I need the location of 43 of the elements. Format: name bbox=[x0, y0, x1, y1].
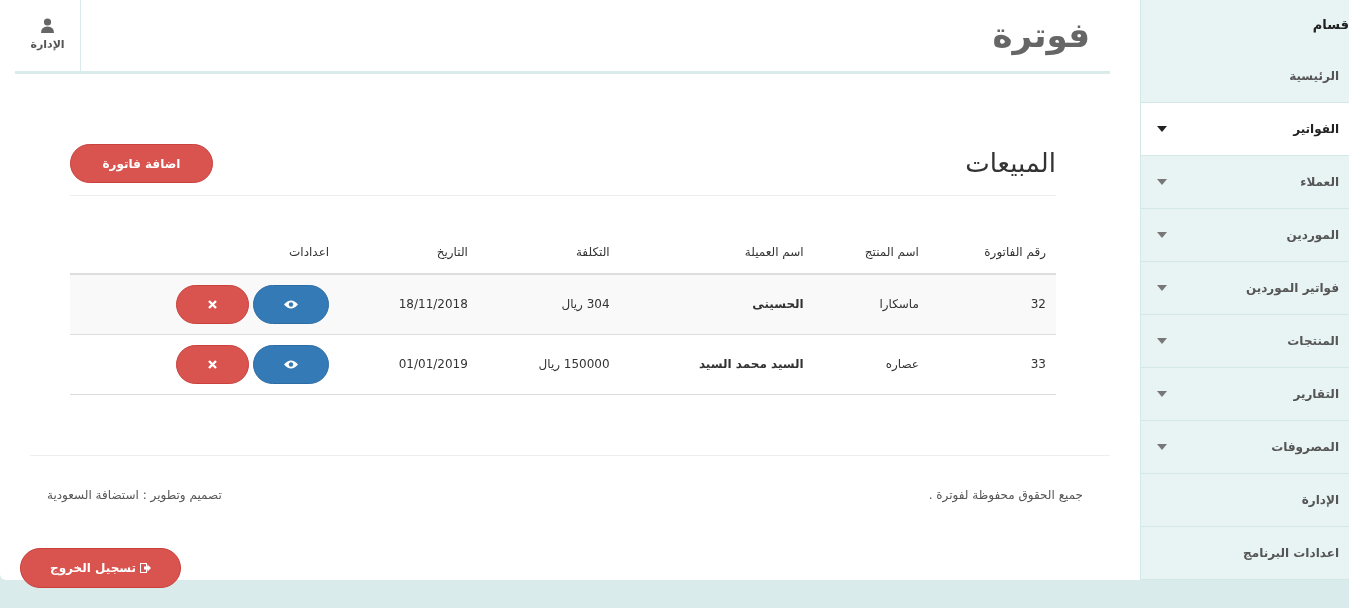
sidebar-item[interactable]: اعدادات البرنامج bbox=[1141, 527, 1349, 580]
logout-button[interactable]: تسجيل الخروج bbox=[20, 548, 181, 588]
close-icon bbox=[208, 299, 218, 309]
close-icon bbox=[208, 359, 218, 369]
table-cell: 150000 ريال bbox=[538, 357, 610, 371]
column-header: التكلفة bbox=[575, 244, 610, 259]
sidebar-item[interactable]: فواتير الموردين bbox=[1141, 262, 1349, 315]
column-header: اسم العميلة bbox=[744, 244, 804, 259]
column-header: اسم المنتج bbox=[864, 244, 919, 259]
delete-button[interactable] bbox=[176, 344, 250, 384]
sidebar-item[interactable]: التقارير bbox=[1141, 368, 1349, 421]
app-title: فوترة bbox=[992, 14, 1091, 58]
eye-icon bbox=[284, 299, 299, 309]
user-menu[interactable]: الإدارة bbox=[15, 0, 81, 71]
table-cell: 304 ريال bbox=[561, 297, 610, 312]
copyright-text: جميع الحقوق محفوظة لفوترة . bbox=[928, 486, 1083, 504]
delete-button[interactable] bbox=[176, 284, 250, 324]
table-cell: عصاره bbox=[885, 357, 919, 371]
section-title: المبيعات bbox=[965, 147, 1056, 180]
sidebar-item[interactable]: المصروفات bbox=[1141, 421, 1349, 474]
column-header: اعدادات bbox=[289, 244, 330, 259]
view-button[interactable] bbox=[253, 344, 330, 384]
table-cell: السيد محمد السيد bbox=[698, 357, 804, 371]
table-cell: 18/11/2018 bbox=[398, 297, 468, 312]
credit-text: تصميم وتطوير : استضافة السعودية bbox=[47, 486, 222, 504]
sidebar-item[interactable]: الموردين bbox=[1141, 209, 1349, 262]
add-invoice-button[interactable]: اضافة فاتورة bbox=[70, 144, 213, 183]
table-cell: الحسينى bbox=[752, 297, 804, 312]
sidebar-item[interactable]: الفواتير bbox=[1141, 103, 1349, 156]
logout-icon bbox=[140, 563, 151, 573]
sidebar-heading: قسام bbox=[1312, 16, 1349, 35]
table-cell: 33 bbox=[1030, 357, 1046, 371]
column-header: التاريخ bbox=[436, 244, 468, 259]
column-header: رقم الفاتورة bbox=[984, 244, 1046, 259]
table-cell: 01/01/2019 bbox=[398, 357, 468, 371]
sidebar-item[interactable]: الإدارة bbox=[1141, 474, 1349, 527]
user-icon bbox=[41, 17, 54, 33]
table-cell: 32 bbox=[1030, 297, 1046, 312]
table-cell: ماسكارا bbox=[879, 297, 919, 312]
sidebar-item[interactable]: المنتجات bbox=[1141, 315, 1349, 368]
view-button[interactable] bbox=[253, 284, 330, 324]
eye-icon bbox=[284, 359, 299, 369]
sidebar-item[interactable]: العملاء bbox=[1141, 156, 1349, 209]
